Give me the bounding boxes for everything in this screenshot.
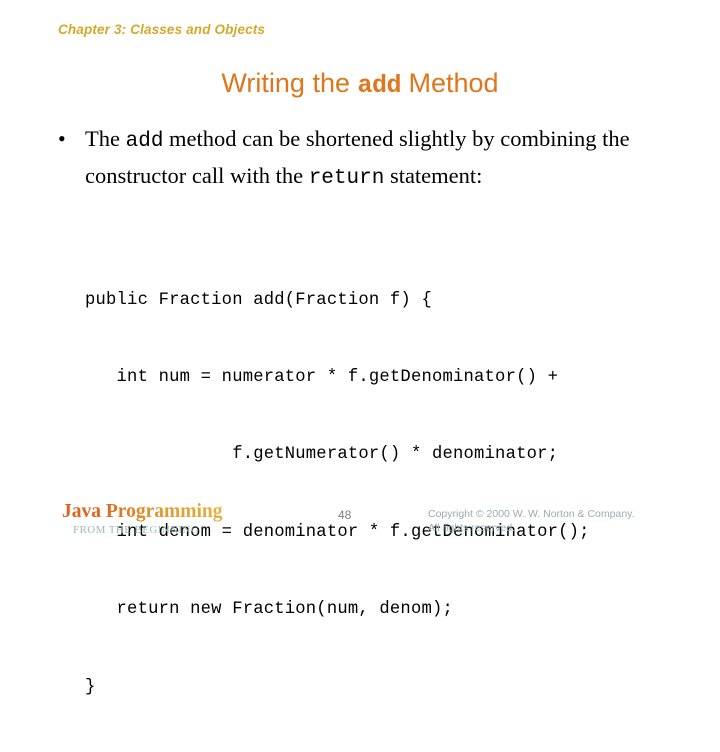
slide-title-text-after: Method [401,68,499,98]
bullet-code-term-add: add [125,130,164,153]
code-line: public Fraction add(Fraction f) { [85,290,432,310]
code-line: int num = numerator * f.getDenominator()… [85,367,559,387]
page-number: 48 [338,508,352,522]
code-sample: public Fraction add(Fraction f) { int nu… [85,236,590,752]
presentation-slide: Chapter 3: Classes and Objects Writing t… [0,0,720,697]
bullet-item-text: The add method can be shortened slightly… [85,122,668,196]
bullet-text-segment-3: statement: [384,163,483,188]
copyright-line-2: All rights reserved. [428,522,515,534]
slide-title-text-before: Writing the [221,68,358,98]
book-logo: Java Programming FROM THE BEGINNING [62,502,223,537]
slide-title-code-term: add [357,71,401,100]
book-logo-subtitle: FROM THE BEGINNING [73,524,200,536]
code-line: f.getNumerator() * denominator; [85,445,559,465]
list-item: • The add method can be shortened slight… [53,122,668,196]
bullet-text-segment-1: The [85,126,126,151]
bullet-marker-icon: • [58,126,66,151]
copyright-notice: Copyright © 2000 W. W. Norton & Company.… [428,507,635,535]
code-line: return new Fraction(num, denom); [85,600,453,620]
slide-title: Writing the add Method [0,68,720,101]
bullet-code-term-return: return [308,167,385,190]
chapter-header: Chapter 3: Classes and Objects [58,22,266,37]
book-logo-title: Java Programming [62,501,223,522]
copyright-line-1: Copyright © 2000 W. W. Norton & Company. [428,508,635,520]
bullet-list: • The add method can be shortened slight… [53,122,668,196]
code-line: } [85,677,96,697]
